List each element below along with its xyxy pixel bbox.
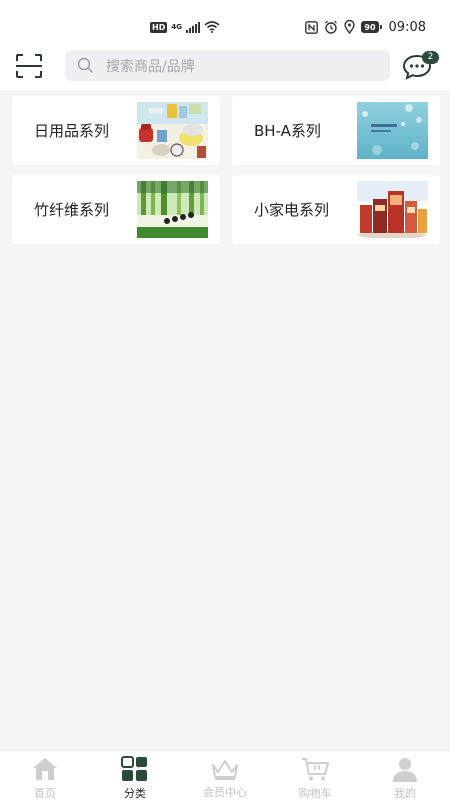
crown-icon <box>212 759 238 780</box>
status-bar: HD 4G 90 09:08 <box>0 0 450 40</box>
category-thumbnail-bamboo <box>137 181 208 238</box>
category-grid: 日用品系列 BH-A系列 竹纤维系列 小家电系列 <box>12 96 440 244</box>
tab-member-center[interactable]: 会员中心 <box>180 751 270 800</box>
status-right: 90 09:08 <box>305 17 426 37</box>
category-card-appliance[interactable]: 小家电系列 <box>232 175 440 244</box>
home-icon <box>33 758 57 780</box>
category-label: 竹纤维系列 <box>34 201 110 219</box>
message-button[interactable]: 2 <box>402 51 439 82</box>
network-label: 4G <box>171 23 182 31</box>
clock: 09:08 <box>388 19 426 35</box>
tab-label: 我的 <box>394 787 416 800</box>
tab-home[interactable]: 首页 <box>0 751 90 800</box>
status-left: HD 4G <box>150 19 220 35</box>
category-thumbnail-daily <box>137 102 208 159</box>
tab-category[interactable]: 分类 <box>90 751 180 800</box>
category-label: BH-A系列 <box>254 122 321 140</box>
category-card-daily[interactable]: 日用品系列 <box>12 96 220 165</box>
search-input[interactable]: 搜索商品/品牌 <box>65 50 390 81</box>
category-card-bha[interactable]: BH-A系列 <box>232 96 440 165</box>
alarm-icon <box>325 20 338 34</box>
user-icon <box>393 758 417 782</box>
tab-label: 分类 <box>124 787 146 800</box>
location-icon <box>344 20 356 34</box>
signal-icon <box>185 21 200 33</box>
header: 搜索商品/品牌 2 <box>0 40 450 90</box>
tab-label: 首页 <box>34 787 56 800</box>
hd-badge: HD <box>150 21 168 33</box>
message-count-badge: 2 <box>422 51 439 64</box>
tab-mine[interactable]: 我的 <box>360 751 450 800</box>
scan-button[interactable] <box>14 52 44 80</box>
category-icon <box>121 756 147 781</box>
tab-label: 购物车 <box>298 787 332 800</box>
wifi-icon <box>204 21 220 33</box>
category-thumbnail-bha <box>357 102 428 159</box>
bottom-tab-bar: 首页 分类 会员中心 购物车 我的 <box>0 750 450 800</box>
cart-icon <box>302 758 329 781</box>
battery-indicator: 90 <box>361 21 382 33</box>
search-placeholder: 搜索商品/品牌 <box>106 58 195 75</box>
category-card-bamboo[interactable]: 竹纤维系列 <box>12 175 220 244</box>
tab-label: 会员中心 <box>203 786 247 799</box>
search-icon <box>77 57 94 74</box>
scan-icon <box>16 54 42 78</box>
nfc-icon <box>305 20 319 34</box>
category-label: 小家电系列 <box>254 201 330 219</box>
tab-cart[interactable]: 购物车 <box>270 751 360 800</box>
category-thumbnail-appliance <box>357 181 428 238</box>
category-label: 日用品系列 <box>34 122 110 140</box>
